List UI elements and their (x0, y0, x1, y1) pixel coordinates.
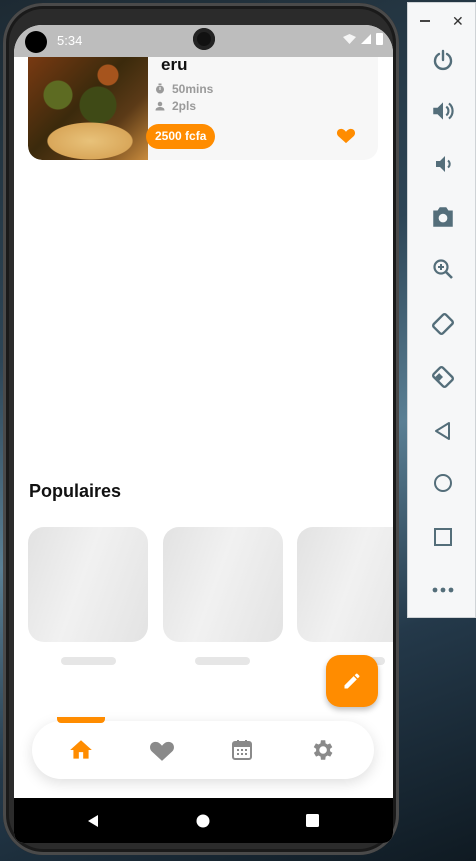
price-badge: 2500 fcfa (146, 124, 216, 149)
active-tab-indicator (57, 717, 105, 723)
gear-icon (313, 740, 333, 760)
popular-card-placeholder (28, 527, 148, 642)
popular-card-placeholder (297, 527, 393, 642)
nav-favorites-button[interactable] (149, 737, 175, 763)
status-bar: 5:34 (14, 25, 393, 57)
popular-label-placeholder (195, 657, 250, 665)
emulator-control-panel: ✕ (407, 2, 476, 618)
more-icon (432, 587, 454, 593)
recipe-servings: 2pls (154, 99, 196, 113)
recipe-duration-label: 50mins (172, 82, 214, 96)
recipe-name: eru (161, 55, 188, 74)
timer-icon (156, 83, 164, 94)
volume-up-button[interactable] (428, 96, 458, 126)
volume-up-icon (433, 102, 454, 120)
screenshot-button[interactable] (428, 202, 458, 232)
power-button[interactable] (428, 45, 458, 75)
volume-down-icon (436, 156, 451, 172)
home-button[interactable] (428, 468, 458, 498)
recipe-duration: 50mins (154, 82, 213, 96)
favorite-heart-icon[interactable] (336, 126, 356, 144)
pencil-icon (344, 673, 360, 689)
rotate-left-button[interactable] (428, 309, 458, 339)
calendar-icon (232, 740, 252, 760)
signal-icon (361, 34, 371, 44)
overview-button[interactable] (428, 522, 458, 552)
rotate-left-icon (431, 312, 455, 336)
back-button[interactable] (428, 416, 458, 446)
front-camera (193, 28, 215, 50)
nav-home-button[interactable] (68, 737, 94, 763)
wifi-icon (343, 34, 356, 44)
more-button[interactable] (428, 575, 458, 605)
bottom-navigation (32, 717, 374, 779)
volume-down-button[interactable] (428, 149, 458, 179)
phone-frame: eru 50mins 2pls 2500 fcfa 5:34 Populaire… (3, 3, 399, 855)
minimize-icon[interactable] (420, 20, 430, 22)
system-home-icon[interactable] (196, 814, 210, 828)
popular-card-placeholder (163, 527, 283, 642)
rotate-right-button[interactable] (428, 362, 458, 392)
zoom-icon (433, 259, 453, 279)
zoom-button[interactable] (428, 254, 458, 284)
camera-icon (433, 207, 453, 227)
nav-calendar-button[interactable] (229, 737, 255, 763)
person-icon (155, 101, 165, 111)
overview-icon (434, 528, 452, 546)
system-navigation-bar (14, 798, 393, 843)
heart-icon (150, 741, 174, 761)
recipe-image (28, 55, 148, 160)
battery-icon (376, 33, 383, 45)
popular-label-placeholder (61, 657, 116, 665)
app-screen: eru 50mins 2pls 2500 fcfa 5:34 Populaire… (14, 25, 393, 843)
status-time: 5:34 (57, 33, 83, 48)
rotate-right-icon (431, 365, 455, 389)
section-title-populaires: Populaires (29, 481, 122, 501)
system-back-icon[interactable] (86, 814, 100, 828)
system-overview-icon[interactable] (306, 814, 319, 827)
edit-fab-button[interactable] (326, 655, 378, 707)
close-icon[interactable]: ✕ (452, 13, 464, 30)
home-circle-icon (434, 474, 452, 492)
power-icon (433, 49, 453, 71)
home-icon (70, 740, 92, 759)
back-icon (435, 422, 450, 440)
nav-settings-button[interactable] (309, 737, 335, 763)
camera-punch-hole (25, 31, 47, 53)
recipe-servings-label: 2pls (172, 99, 197, 113)
